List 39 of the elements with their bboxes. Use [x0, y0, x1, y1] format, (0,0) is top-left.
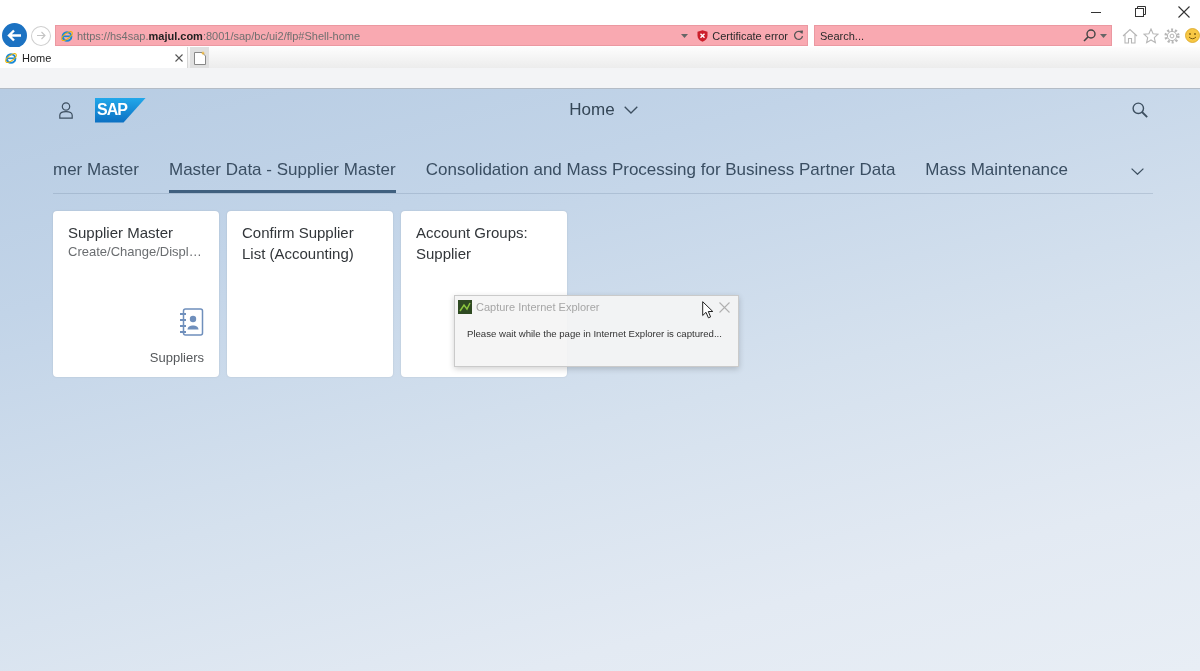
star-icon[interactable]	[1143, 27, 1159, 44]
group-tab[interactable]: Consolidation and Mass Processing for Business Partner Data	[425, 150, 896, 193]
new-page-icon	[193, 50, 206, 65]
cursor-icon	[702, 301, 714, 319]
group-tab[interactable]: Mass Maintenance	[925, 150, 1069, 193]
tile-title: Account Groups: Supplier	[416, 223, 529, 264]
app-tile[interactable]: Supplier Master Create/Change/Displ… Suppliers	[53, 211, 219, 377]
chevron-down-icon	[623, 106, 638, 114]
group-tab[interactable]: Master Data - Supplier Master	[168, 150, 396, 193]
ie-logo-icon	[59, 28, 74, 43]
home-title-button[interactable]: Home	[569, 100, 638, 120]
user-icon[interactable]	[59, 101, 73, 119]
smiley-icon[interactable]	[1185, 28, 1200, 43]
refresh-icon[interactable]	[793, 30, 804, 41]
address-url: https://hs4sap.majul.com:8001/sap/bc/ui2/flp#Shell-home	[76, 29, 361, 42]
search-icon[interactable]	[1083, 29, 1096, 42]
group-tab[interactable]: mer Master	[53, 150, 139, 193]
certificate-error-link[interactable]: Certificate error	[712, 29, 788, 42]
tile-subtitle: Create/Change/Displ…	[68, 243, 203, 261]
back-button[interactable]	[2, 23, 27, 48]
chevron-down-icon[interactable]	[1131, 168, 1144, 175]
new-tab-button[interactable]	[190, 47, 209, 68]
search-field[interactable]: Search...	[814, 25, 1112, 46]
tile-title: Supplier Master	[68, 223, 175, 243]
search-icon[interactable]	[1132, 102, 1148, 118]
caret-icon[interactable]	[681, 33, 689, 38]
ie-logo-icon	[4, 50, 18, 65]
app-tile[interactable]: Confirm Supplier List (Accounting)	[227, 211, 393, 377]
arrow-right-icon	[35, 31, 46, 40]
tile-title: Confirm Supplier List (Accounting)	[242, 223, 355, 264]
arrow-left-icon	[7, 29, 22, 42]
app-icon	[458, 300, 472, 314]
caret-icon[interactable]	[1100, 34, 1107, 38]
address-bar[interactable]: https://hs4sap.majul.com:8001/sap/bc/ui2/flp#Shell-home Certificate error	[54, 25, 808, 46]
address-book-icon	[178, 308, 204, 336]
tile-footer: Suppliers	[149, 349, 204, 367]
browser-tab[interactable]: Home	[0, 47, 188, 68]
shield-error-icon	[697, 29, 709, 42]
close-icon[interactable]	[175, 53, 183, 62]
